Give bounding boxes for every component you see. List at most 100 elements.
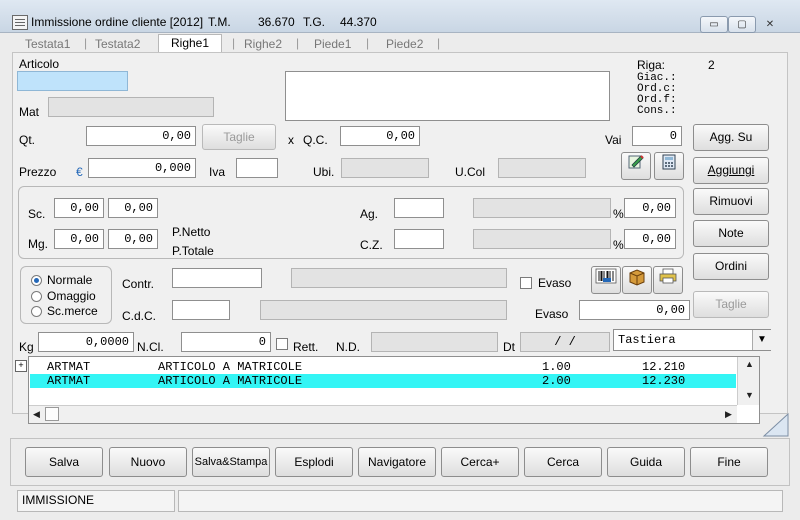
tastiera-value: Tastiera: [618, 333, 676, 347]
pnetto-label: P.Netto: [172, 225, 211, 239]
taglie-inline-button[interactable]: Taglie: [202, 124, 276, 150]
salva-button[interactable]: Salva: [25, 447, 103, 477]
mg-label: Mg.: [28, 237, 49, 251]
tab-piede1[interactable]: Piede1: [314, 36, 351, 52]
articolo-description-area[interactable]: [285, 71, 610, 121]
print-label-button[interactable]: [653, 266, 683, 294]
dt-label: Dt: [503, 340, 515, 354]
calculator-button[interactable]: [654, 152, 684, 180]
tg-value: 44.370: [340, 15, 377, 29]
tm-value: 36.670: [258, 15, 295, 29]
barcode-button[interactable]: [591, 266, 621, 294]
grid-expand-icon[interactable]: +: [15, 360, 27, 372]
scroll-up-icon[interactable]: ▲: [745, 359, 754, 369]
ag-field[interactable]: [394, 198, 444, 218]
cz-field[interactable]: [394, 229, 444, 249]
tab-righe2[interactable]: Righe2: [244, 36, 282, 52]
qc-x-label: x: [288, 133, 294, 147]
cz-description-field: [473, 229, 611, 249]
qc-label: Q.C.: [303, 133, 328, 147]
fine-button[interactable]: Fine: [690, 447, 768, 477]
iva-field[interactable]: [236, 158, 278, 178]
euro-icon: €: [76, 165, 83, 179]
scroll-right-icon[interactable]: ▶: [725, 409, 732, 420]
vertical-scrollbar[interactable]: ▲ ▼: [737, 357, 759, 405]
mg1-field[interactable]: 0,00: [54, 229, 104, 249]
contr-label: Contr.: [122, 277, 155, 291]
nuovo-button[interactable]: Nuovo: [109, 447, 187, 477]
scroll-down-icon[interactable]: ▼: [745, 390, 754, 400]
nd-label: N.D.: [336, 340, 360, 354]
cdc-description-field: [260, 300, 507, 320]
ag-pct-field[interactable]: 0,00: [624, 198, 676, 218]
tg-label: T.G.: [303, 15, 326, 29]
tab-testata2[interactable]: Testata2: [95, 36, 140, 52]
radio-scmerce-label: Sc.merce: [47, 304, 98, 318]
tastiera-select[interactable]: Tastiera: [613, 329, 771, 351]
status-info: [178, 490, 783, 512]
sc1-field[interactable]: 0,00: [54, 198, 104, 218]
esplodi-button[interactable]: Esplodi: [275, 447, 353, 477]
resize-grip-icon[interactable]: [762, 412, 790, 438]
close-button[interactable]: ✕: [756, 16, 784, 33]
cell-code: ARTMAT: [47, 374, 91, 388]
cerca-plus-button[interactable]: Cerca+: [441, 447, 519, 477]
articolo-field[interactable]: [17, 71, 128, 91]
qc-field[interactable]: 0,00: [340, 126, 420, 146]
kg-field[interactable]: 0,0000: [38, 332, 134, 352]
main-window: Immissione ordine cliente [2012] T.M. 36…: [0, 0, 800, 520]
note-button[interactable]: Note: [693, 220, 769, 247]
cz-pct-field[interactable]: 0,00: [624, 229, 676, 249]
radio-omaggio-label: Omaggio: [47, 289, 96, 303]
tab-testata1[interactable]: Testata1: [25, 36, 70, 52]
sc2-field[interactable]: 0,00: [108, 198, 158, 218]
radio-normale-label: Normale: [47, 273, 93, 287]
rett-checkbox[interactable]: [276, 338, 288, 350]
horizontal-scrollbar[interactable]: ◀ ▶: [29, 405, 737, 423]
ordini-button[interactable]: Ordini: [693, 253, 769, 280]
pencil-note-icon: [628, 155, 644, 169]
agg-su-button[interactable]: Agg. Su: [693, 124, 769, 151]
contr-field[interactable]: [172, 268, 262, 288]
prezzo-field[interactable]: 0,000: [88, 158, 196, 178]
tab-piede2[interactable]: Piede2: [386, 36, 423, 52]
taglie-button[interactable]: Taglie: [693, 291, 769, 318]
qt-field[interactable]: 0,00: [86, 126, 196, 146]
aggiungi-button[interactable]: Aggiungi: [693, 157, 769, 184]
rimuovi-button[interactable]: Rimuovi: [693, 188, 769, 215]
cell-code: ARTMAT: [47, 360, 91, 374]
ucol-label: U.Col: [455, 165, 486, 179]
radio-omaggio[interactable]: [31, 291, 42, 302]
vai-field[interactable]: 0: [632, 126, 682, 146]
salva-stampa-button[interactable]: Salva&Stampa: [192, 447, 270, 477]
contr-description-field: [291, 268, 507, 288]
chevron-down-icon[interactable]: ▼: [752, 330, 771, 350]
cdc-field[interactable]: [172, 300, 230, 320]
edit-pencil-button[interactable]: [621, 152, 651, 180]
scroll-left-icon[interactable]: ◀: [33, 409, 40, 420]
table-row[interactable]: ARTMAT ARTICOLO A MATRICOLE 1.00 12.210: [30, 360, 736, 374]
articolo-label: Articolo: [19, 57, 60, 71]
evaso-checkbox[interactable]: [520, 277, 532, 289]
maximize-button[interactable]: ▢: [728, 16, 756, 33]
radio-normale[interactable]: [31, 275, 42, 286]
table-row[interactable]: ARTMAT ARTICOLO A MATRICOLE 2.00 12.230: [30, 374, 736, 388]
scroll-thumb[interactable]: [45, 407, 59, 421]
cerca-button[interactable]: Cerca: [524, 447, 602, 477]
maximize-icon: ▢: [737, 19, 747, 30]
package-button[interactable]: [622, 266, 652, 294]
cell-description: ARTICOLO A MATRICOLE: [158, 360, 303, 374]
cz-pct-label: %: [613, 238, 624, 252]
tab-righe1[interactable]: Righe1: [158, 34, 223, 53]
rett-label: Rett.: [293, 340, 319, 354]
guida-button[interactable]: Guida: [607, 447, 685, 477]
evaso-field[interactable]: 0,00: [579, 300, 690, 320]
radio-scmerce[interactable]: [31, 306, 42, 317]
dt-field[interactable]: / /: [520, 332, 610, 352]
sc-label: Sc.: [28, 207, 46, 221]
navigatore-button[interactable]: Navigatore: [358, 447, 436, 477]
mg2-field[interactable]: 0,00: [108, 229, 158, 249]
barcode-icon: [595, 268, 617, 284]
ncl-field[interactable]: 0: [181, 332, 271, 352]
minimize-button[interactable]: ▭: [700, 16, 728, 33]
